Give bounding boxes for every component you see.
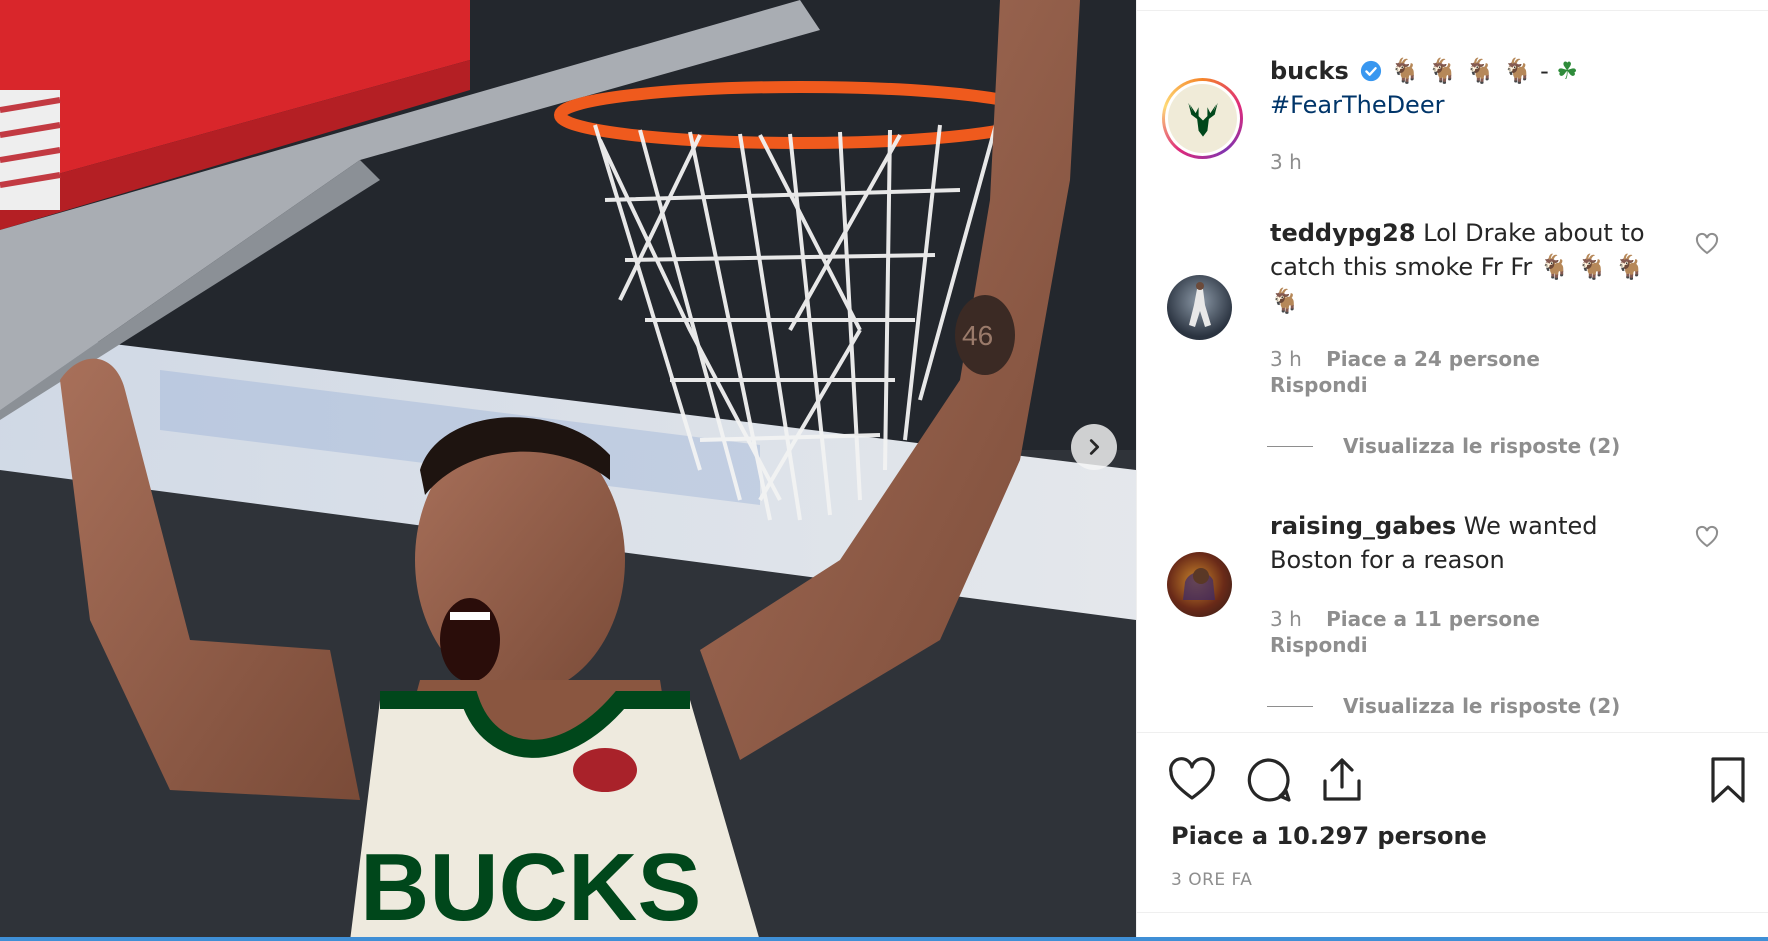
- panel-top-divider: [1137, 10, 1768, 11]
- avatar-image: [1183, 568, 1215, 600]
- view-replies-label: Visualizza le risposte (2): [1343, 434, 1621, 458]
- replies-dash: [1267, 445, 1313, 447]
- comment-emoji: 🐐 🐐 🐐: [1539, 253, 1645, 281]
- view-replies-label: Visualizza le risposte (2): [1343, 694, 1621, 718]
- author-username[interactable]: bucks: [1270, 57, 1349, 85]
- player-dunk-image: BUCKS 46: [0, 0, 1136, 941]
- comment-reply-link[interactable]: Rispondi: [1270, 373, 1368, 397]
- comment-body: teddypg28 Lol Drake about to catch this …: [1270, 216, 1660, 318]
- comment-meta: 3 h Piace a 11 persone Rispondi: [1270, 606, 1540, 658]
- comment-likes[interactable]: Piace a 24 persone: [1326, 347, 1540, 371]
- bucks-logo-icon: [1168, 84, 1237, 153]
- post-photo[interactable]: BUCKS 46: [0, 0, 1136, 941]
- heart-icon[interactable]: [1167, 755, 1217, 805]
- bottom-divider: [1137, 912, 1768, 913]
- post-age[interactable]: 3 ORE FA: [1171, 870, 1252, 890]
- caption-goat-emoji: 🐐 🐐 🐐 🐐: [1390, 57, 1533, 85]
- post-side-panel: bucks 🐐 🐐 🐐 🐐 - ☘ #FearTheDeer 3 h teddy…: [1136, 0, 1768, 941]
- replies-dash: [1267, 705, 1313, 707]
- jersey-lettering: BUCKS: [360, 834, 701, 941]
- post-caption: bucks 🐐 🐐 🐐 🐐 - ☘ #FearTheDeer: [1270, 54, 1730, 122]
- comment-username[interactable]: teddypg28: [1270, 219, 1416, 247]
- comment-username[interactable]: raising_gabes: [1270, 512, 1456, 540]
- comment-avatar[interactable]: [1167, 552, 1232, 617]
- caption-hashtag[interactable]: #FearTheDeer: [1270, 91, 1444, 119]
- comment-reply-link[interactable]: Rispondi: [1270, 633, 1368, 657]
- comment-body: raising_gabes We wanted Boston for a rea…: [1270, 509, 1660, 577]
- author-avatar[interactable]: [1162, 78, 1243, 159]
- comment-like-heart-icon[interactable]: [1695, 525, 1719, 549]
- comment-time[interactable]: 3 h: [1270, 607, 1302, 631]
- post-likes-count[interactable]: Piace a 10.297 persone: [1171, 822, 1487, 850]
- view-replies-link[interactable]: Visualizza le risposte (2): [1267, 434, 1620, 458]
- caption-time[interactable]: 3 h: [1270, 150, 1302, 174]
- comment-avatar[interactable]: [1167, 275, 1232, 340]
- comment-like-heart-icon[interactable]: [1695, 232, 1719, 256]
- comment-meta: 3 h Piace a 24 persone Rispondi: [1270, 346, 1540, 398]
- tattoo-number: 46: [962, 320, 993, 351]
- view-replies-link[interactable]: Visualizza le risposte (2): [1267, 694, 1620, 718]
- comment-time[interactable]: 3 h: [1270, 347, 1302, 371]
- chevron-right-icon: [1089, 439, 1100, 455]
- comment-icon[interactable]: [1243, 755, 1293, 805]
- caption-clover-emoji: ☘: [1556, 57, 1578, 85]
- next-photo-button[interactable]: [1071, 424, 1117, 470]
- actions-divider: [1137, 732, 1768, 733]
- avatar-image: [1189, 282, 1211, 327]
- verified-badge-icon: [1361, 60, 1382, 82]
- comment-likes[interactable]: Piace a 11 persone: [1326, 607, 1540, 631]
- share-icon[interactable]: [1317, 755, 1367, 805]
- window-bottom-edge: [0, 937, 1768, 941]
- bookmark-icon[interactable]: [1703, 755, 1753, 805]
- comment-emoji-2: 🐐: [1270, 287, 1300, 315]
- caption-dash: -: [1540, 57, 1549, 85]
